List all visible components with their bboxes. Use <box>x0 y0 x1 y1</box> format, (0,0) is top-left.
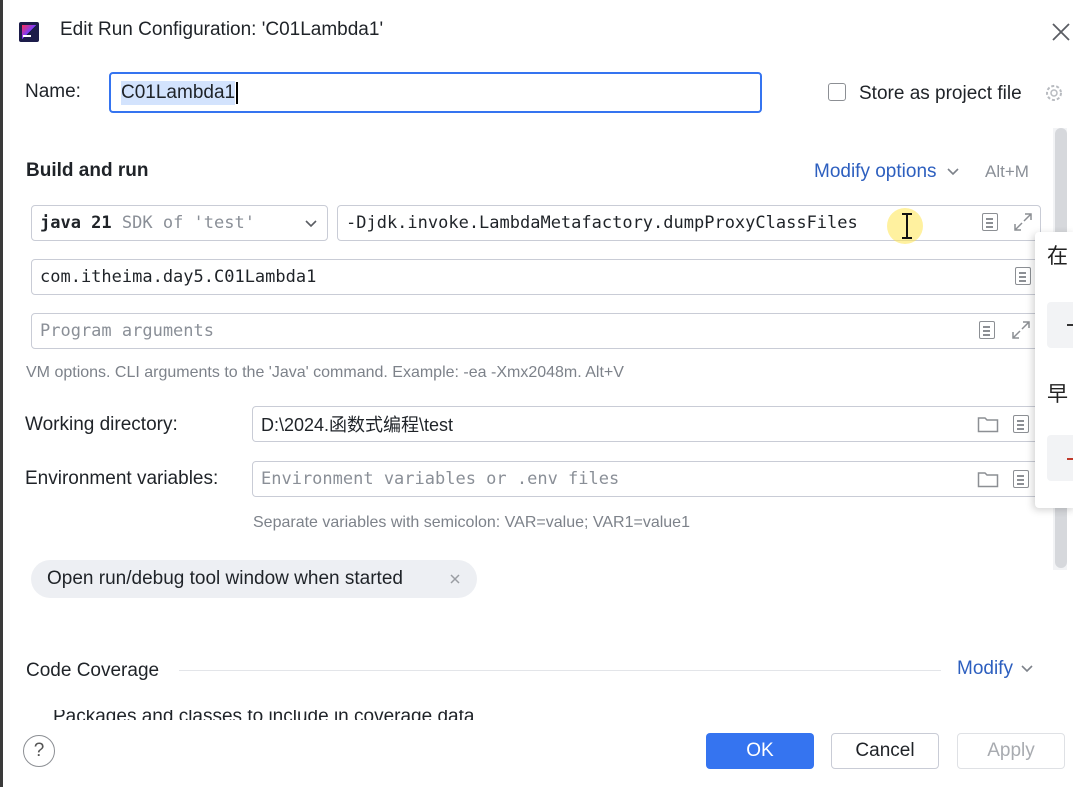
popup-char-1: 在 <box>1047 244 1068 268</box>
expand-text-icon[interactable] <box>1013 415 1029 433</box>
cancel-button[interactable]: Cancel <box>831 733 939 769</box>
store-as-project-file-label[interactable]: Store as project file <box>859 83 1022 105</box>
environment-variables-label: Environment variables: <box>25 468 219 489</box>
folder-icon[interactable] <box>977 415 999 433</box>
open-tool-window-chip-label: Open run/debug tool window when started <box>47 568 403 589</box>
close-icon[interactable] <box>1049 20 1073 44</box>
code-coverage-title: Code Coverage <box>26 660 160 681</box>
program-arguments-input[interactable]: Program arguments <box>31 313 1041 349</box>
popup-char-2: 早 <box>1047 382 1068 406</box>
modify-options-shortcut: Alt+M <box>985 162 1029 181</box>
expand-text-icon[interactable] <box>979 321 995 339</box>
coverage-packages-text: Packages and classes to include in cover… <box>53 710 474 720</box>
name-label: Name: <box>25 81 81 102</box>
chevron-down-icon <box>1021 665 1033 673</box>
dialog-title: Edit Run Configuration: 'C01Lambda1' <box>60 19 384 40</box>
remove-chip-icon[interactable] <box>448 572 462 586</box>
popup-dash-1 <box>1067 324 1073 326</box>
environment-variables-hint: Separate variables with semicolon: VAR=v… <box>253 514 690 531</box>
expand-text-icon[interactable] <box>982 213 998 231</box>
run-configuration-dialog: Edit Run Configuration: 'C01Lambda1' Nam… <box>0 0 1073 787</box>
open-tool-window-chip[interactable]: Open run/debug tool window when started <box>31 560 477 598</box>
jdk-description: SDK of 'test' <box>121 213 255 233</box>
modify-options-link[interactable]: Modify options <box>814 161 960 183</box>
store-as-project-file-checkbox[interactable] <box>828 83 846 101</box>
environment-variables-input[interactable]: Environment variables or .env files <box>252 461 1041 497</box>
expand-arrows-icon[interactable] <box>1010 319 1032 341</box>
working-directory-value: D:\2024.函数式编程\test <box>261 415 454 435</box>
working-directory-label: Working directory: <box>25 414 178 435</box>
side-popup: 在 早 <box>1035 232 1073 508</box>
jdk-version: java 21 <box>40 213 112 233</box>
ok-button[interactable]: OK <box>706 733 814 769</box>
section-divider <box>179 670 941 671</box>
gear-icon[interactable] <box>1043 82 1065 104</box>
main-class-value: com.itheima.day5.C01Lambda1 <box>40 267 317 287</box>
vm-options-hint: VM options. CLI arguments to the 'Java' … <box>26 364 624 381</box>
environment-variables-placeholder: Environment variables or .env files <box>261 469 620 489</box>
name-input[interactable]: C01Lambda1 <box>109 72 762 113</box>
help-button[interactable]: ? <box>23 735 55 767</box>
program-arguments-placeholder: Program arguments <box>40 321 214 341</box>
modify-link[interactable]: Modify <box>957 658 1034 680</box>
modify-label: Modify <box>957 658 1013 679</box>
vm-options-value: -Djdk.invoke.LambdaMetafactory.dumpProxy… <box>346 213 858 233</box>
chevron-down-icon <box>947 168 959 176</box>
vm-options-input[interactable]: -Djdk.invoke.LambdaMetafactory.dumpProxy… <box>337 205 1041 241</box>
text-caret <box>236 81 239 104</box>
working-directory-input[interactable]: D:\2024.函数式编程\test <box>252 406 1041 442</box>
folder-icon[interactable] <box>977 470 999 488</box>
text-cursor-icon <box>900 213 914 239</box>
main-class-input[interactable]: com.itheima.day5.C01Lambda1 <box>31 259 1041 295</box>
apply-button[interactable]: Apply <box>957 733 1065 769</box>
intellij-app-icon <box>19 22 39 42</box>
expand-text-icon[interactable] <box>1013 470 1029 488</box>
name-value: C01Lambda1 <box>121 80 236 105</box>
chevron-down-icon <box>305 220 317 228</box>
expand-arrows-icon[interactable] <box>1012 211 1034 233</box>
jdk-select[interactable]: java 21 SDK of 'test' <box>31 205 328 241</box>
expand-text-icon[interactable] <box>1015 267 1031 285</box>
build-and-run-title: Build and run <box>26 160 149 181</box>
modify-options-label: Modify options <box>814 161 937 182</box>
popup-dash-2 <box>1067 458 1073 460</box>
title-bar: Edit Run Configuration: 'C01Lambda1' <box>3 0 1073 62</box>
